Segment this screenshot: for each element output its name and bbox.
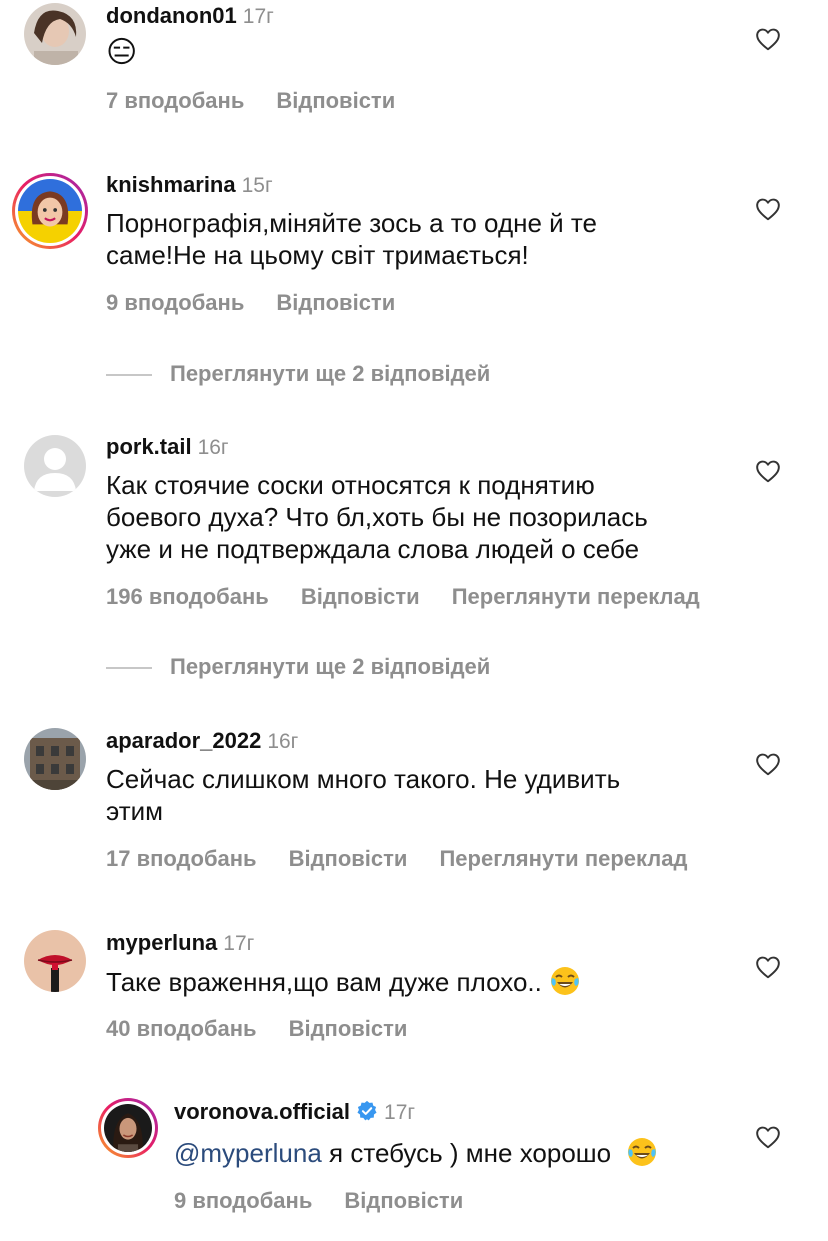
comment-time: 17г xyxy=(242,5,274,28)
like-count[interactable]: 196 вподобань xyxy=(106,584,269,609)
comment-text: Таке враження,що вам дуже плохо.. xyxy=(106,967,542,997)
username[interactable]: voronova.official xyxy=(174,1099,350,1124)
comment-time: 16г xyxy=(197,436,229,459)
avatar[interactable] xyxy=(12,173,88,249)
avatar[interactable] xyxy=(24,930,86,992)
heart-outline-icon[interactable] xyxy=(755,27,781,51)
username[interactable]: dondanon01 xyxy=(106,3,237,28)
tears-of-joy-emoji xyxy=(626,1136,658,1168)
translate-button[interactable]: Переглянути переклад xyxy=(439,846,687,871)
view-more-replies-label[interactable]: Переглянути ще 2 відповідей xyxy=(170,654,490,679)
avatar[interactable] xyxy=(24,728,86,790)
comment-text: 😑 xyxy=(106,36,138,69)
avatar[interactable] xyxy=(98,1098,158,1158)
verified-badge-icon xyxy=(356,1100,378,1122)
view-more-replies-button[interactable]: Переглянути ще 2 відповідей xyxy=(106,361,490,391)
heart-outline-icon[interactable] xyxy=(755,955,781,979)
mention-link[interactable]: @myperluna xyxy=(174,1138,322,1168)
comment-text: я стебусь ) мне хорошо xyxy=(321,1138,619,1168)
view-more-replies-label[interactable]: Переглянути ще 2 відповідей xyxy=(170,361,490,386)
reply-button[interactable]: Відповісти xyxy=(344,1188,463,1213)
divider-line xyxy=(106,667,152,670)
comment-time: 15г xyxy=(241,174,273,197)
username[interactable]: myperluna xyxy=(106,930,217,955)
comment-time: 16г xyxy=(267,730,299,753)
like-count[interactable]: 9 вподобань xyxy=(174,1188,312,1213)
like-count[interactable]: 17 вподобань xyxy=(106,846,257,871)
comment-text-line: уже и не подтверждала слова людей о себе xyxy=(106,534,640,564)
like-count[interactable]: 9 вподобань xyxy=(106,290,244,315)
username[interactable]: knishmarina xyxy=(106,172,236,197)
comment-text-line: Сейчас слишком много такого. Не удивить xyxy=(106,764,621,794)
heart-outline-icon[interactable] xyxy=(755,1125,781,1149)
comment-text-line: боевого духа? Что бл,хоть бы не позорила… xyxy=(106,502,648,532)
like-count[interactable]: 40 вподобань xyxy=(106,1016,257,1041)
reply-button[interactable]: Відповісти xyxy=(289,846,408,871)
translate-button[interactable]: Переглянути переклад xyxy=(452,584,700,609)
comment-text-line: саме!Не на цьому світ тримається! xyxy=(106,240,529,270)
view-more-replies-button[interactable]: Переглянути ще 2 відповідей xyxy=(106,654,490,684)
heart-outline-icon[interactable] xyxy=(755,752,781,776)
comment-text-line: Порнографія,міняйте зось а то одне й те xyxy=(106,208,597,238)
reply-button[interactable]: Відповісти xyxy=(276,88,395,113)
comment-time: 17г xyxy=(223,932,255,955)
reply-button[interactable]: Відповісти xyxy=(289,1016,408,1041)
comment-time: 17г xyxy=(384,1101,416,1124)
comment-text-line: Как стоячие соски относятся к поднятию xyxy=(106,470,595,500)
tears-of-joy-emoji xyxy=(549,965,581,997)
like-count[interactable]: 7 вподобань xyxy=(106,88,244,113)
reply-button[interactable]: Відповісти xyxy=(276,290,395,315)
comment-text-line: этим xyxy=(106,796,164,826)
avatar[interactable] xyxy=(24,435,86,497)
username[interactable]: pork.tail xyxy=(106,434,192,459)
username[interactable]: aparador_2022 xyxy=(106,728,261,753)
reply-button[interactable]: Відповісти xyxy=(301,584,420,609)
divider-line xyxy=(106,374,152,377)
heart-outline-icon[interactable] xyxy=(755,459,781,483)
heart-outline-icon[interactable] xyxy=(755,197,781,221)
avatar[interactable] xyxy=(24,3,86,65)
